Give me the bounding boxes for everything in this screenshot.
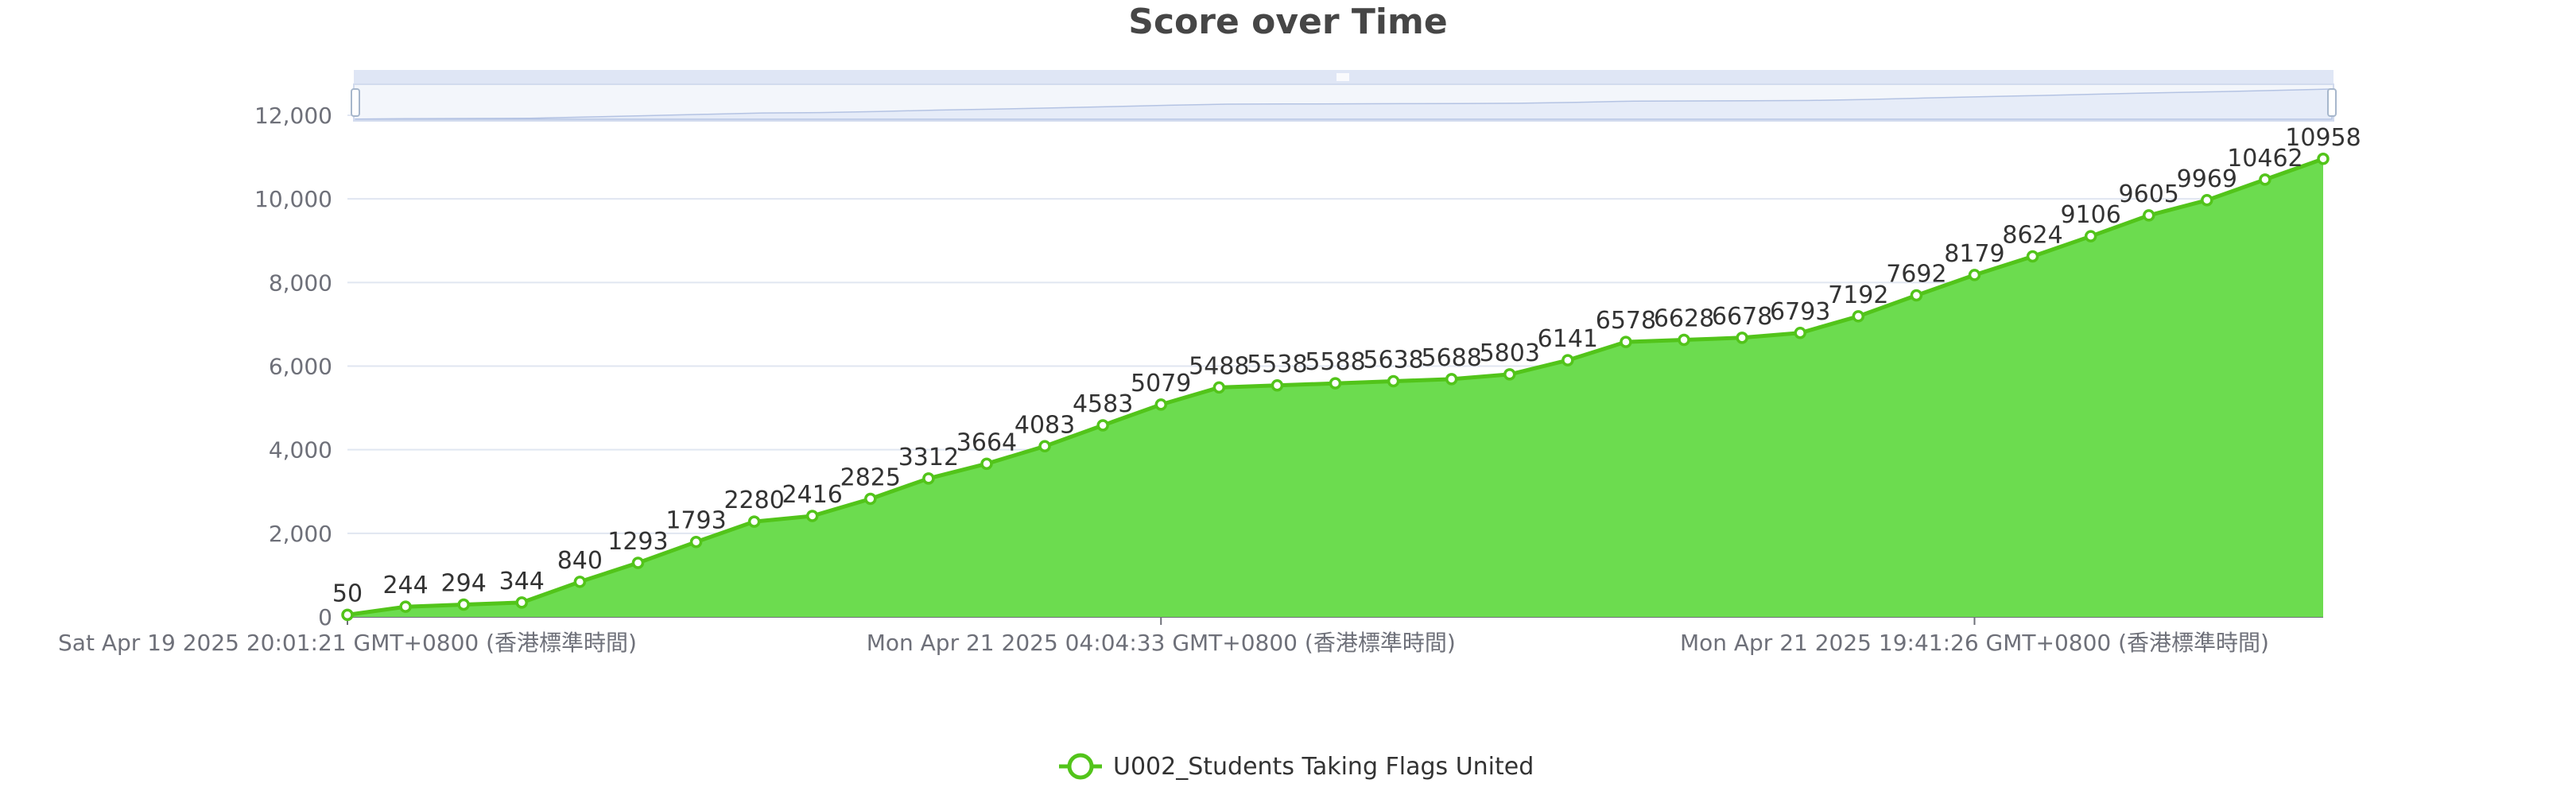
data-point[interactable] [573,576,587,588]
data-label: 9106 [2060,201,2120,229]
legend-label: U002_Students Taking Flags United [1113,752,1534,781]
data-label: 5688 [1421,344,1481,372]
data-zoom-slider[interactable] [351,70,2337,122]
data-point[interactable] [1968,269,1981,281]
y-tick-label: 12,000 [254,103,332,129]
y-tick-label: 10,000 [254,186,332,212]
data-label: 2280 [724,487,784,514]
data-point[interactable] [457,598,470,611]
data-point[interactable] [1154,398,1167,411]
data-label: 7692 [1886,261,1946,289]
x-tick-label: Mon Apr 21 2025 04:04:33 GMT+0800 (香港標準時… [867,630,1456,656]
data-point[interactable] [1620,335,1632,348]
data-point[interactable] [1038,440,1051,453]
data-point[interactable] [2084,230,2097,242]
data-point[interactable] [1212,381,1226,394]
data-label: 6678 [1712,303,1772,331]
x-axis: Sat Apr 19 2025 20:01:21 GMT+0800 (香港標準時… [58,616,2323,656]
data-label: 5803 [1480,339,1540,367]
y-tick-label: 6,000 [269,354,332,380]
data-point[interactable] [922,472,935,485]
data-point[interactable] [1445,373,1458,386]
data-label: 2416 [782,481,843,509]
data-label: 8179 [1944,240,2004,268]
data-point[interactable] [399,600,412,613]
data-label: 294 [441,570,487,598]
data-point[interactable] [341,608,354,622]
data-label: 5588 [1305,348,1365,376]
legend-marker-icon [1059,753,1102,780]
data-point[interactable] [1096,419,1109,432]
data-point[interactable] [980,457,993,471]
y-axis-labels: 0 2,000 4,000 6,000 8,000 10,000 12,000 [254,103,332,630]
data-point[interactable] [515,596,529,609]
data-point[interactable] [2142,209,2155,222]
data-point[interactable] [1910,289,1923,302]
y-tick-label: 4,000 [269,437,332,463]
data-label: 9605 [2119,180,2179,208]
data-point[interactable] [689,535,703,549]
data-label: 3664 [956,429,1017,456]
data-label: 6628 [1654,304,1714,332]
data-label: 5488 [1189,352,1249,380]
data-label: 840 [557,547,603,575]
zoom-move-handle[interactable] [1336,73,1349,81]
data-point[interactable] [2201,194,2213,207]
data-point[interactable] [747,515,761,528]
data-point[interactable] [1736,332,1748,344]
data-label: 5538 [1247,351,1307,378]
data-point[interactable] [1794,327,1806,339]
data-label: 6578 [1596,307,1656,335]
data-label: 244 [382,572,428,599]
data-label: 6793 [1770,298,1830,326]
data-point[interactable] [864,492,877,506]
y-tick-label: 2,000 [269,521,332,547]
zoom-left-handle[interactable] [351,88,360,117]
data-point[interactable] [2259,173,2271,186]
data-label: 5079 [1131,370,1191,398]
data-label: 2825 [840,463,901,491]
legend[interactable]: U002_Students Taking Flags United [1057,750,1534,782]
data-point[interactable] [805,510,819,522]
x-tick-label: Sat Apr 19 2025 20:01:21 GMT+0800 (香港標準時… [58,630,637,656]
data-point[interactable] [2317,153,2330,165]
data-label: 5638 [1363,347,1423,374]
data-point[interactable] [1562,354,1574,366]
data-point[interactable] [2026,250,2039,263]
y-tick-label: 8,000 [269,270,332,296]
data-label: 3312 [898,444,959,471]
data-point[interactable] [1329,377,1342,390]
chart-area: 0 2,000 4,000 6,000 8,000 10,000 12,000 Sat Ap… [58,70,2361,656]
data-label: 6141 [1538,325,1598,353]
data-label: 4583 [1073,390,1133,418]
data-point[interactable] [1678,333,1690,347]
zoom-right-handle[interactable] [2327,88,2337,117]
data-point[interactable] [1271,379,1284,392]
data-label: 4083 [1014,411,1075,439]
data-point[interactable] [1387,374,1400,388]
data-label: 50 [332,580,363,607]
data-label: 1293 [607,528,668,556]
y-tick-label: 0 [318,604,332,630]
data-point[interactable] [1503,368,1516,381]
data-label: 1793 [665,507,726,535]
data-label: 8624 [2002,222,2062,250]
data-label: 7192 [1828,281,1888,309]
data-label: 344 [499,568,545,595]
data-point[interactable] [631,556,645,569]
data-point[interactable] [1852,310,1865,323]
x-tick-label: Mon Apr 21 2025 19:41:26 GMT+0800 (香港標準時… [1680,630,2269,656]
data-label: 10958 [2285,124,2361,152]
